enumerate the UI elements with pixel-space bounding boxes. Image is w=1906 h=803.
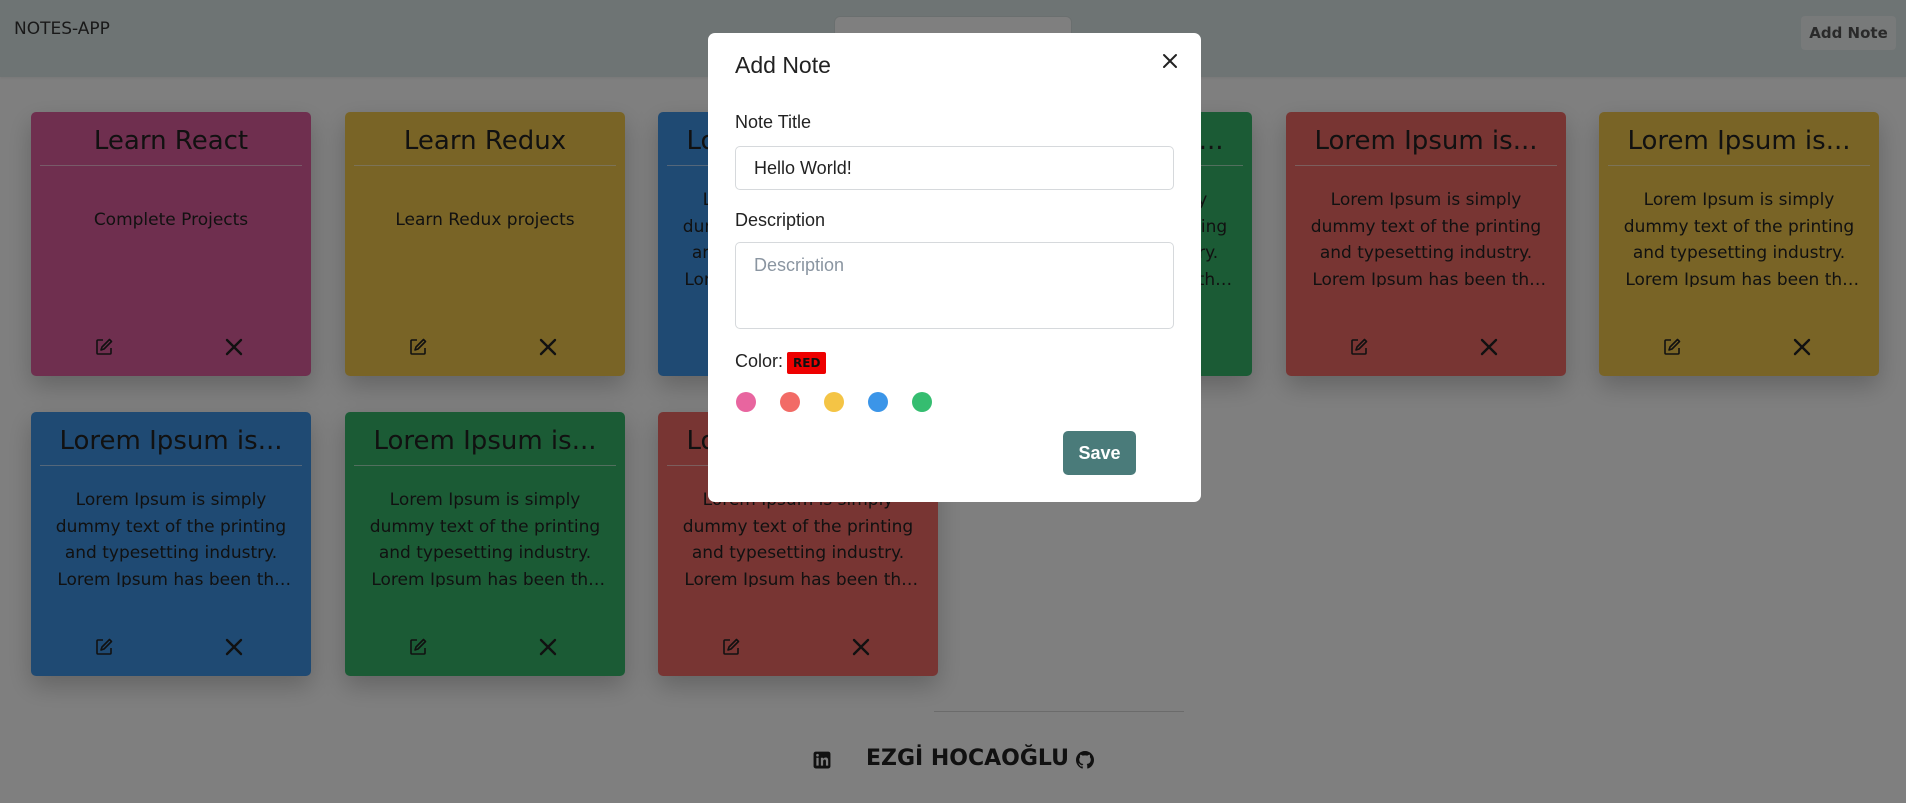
note-title-input[interactable] — [735, 146, 1174, 190]
add-note-modal: Add Note Note Title Description Color: R… — [708, 33, 1201, 502]
color-option[interactable] — [868, 392, 888, 412]
color-option[interactable] — [912, 392, 932, 412]
color-option[interactable] — [780, 392, 800, 412]
description-label: Description — [735, 210, 826, 230]
color-label: Color: — [735, 351, 784, 371]
note-title-label: Note Title — [735, 112, 812, 132]
save-button[interactable]: Save — [1063, 431, 1136, 475]
description-textarea[interactable] — [735, 242, 1174, 329]
color-option[interactable] — [824, 392, 844, 412]
modal-title: Add Note — [735, 52, 831, 78]
close-icon[interactable] — [1159, 50, 1181, 72]
color-option[interactable] — [736, 392, 756, 412]
selected-color-badge: RED — [787, 352, 827, 374]
